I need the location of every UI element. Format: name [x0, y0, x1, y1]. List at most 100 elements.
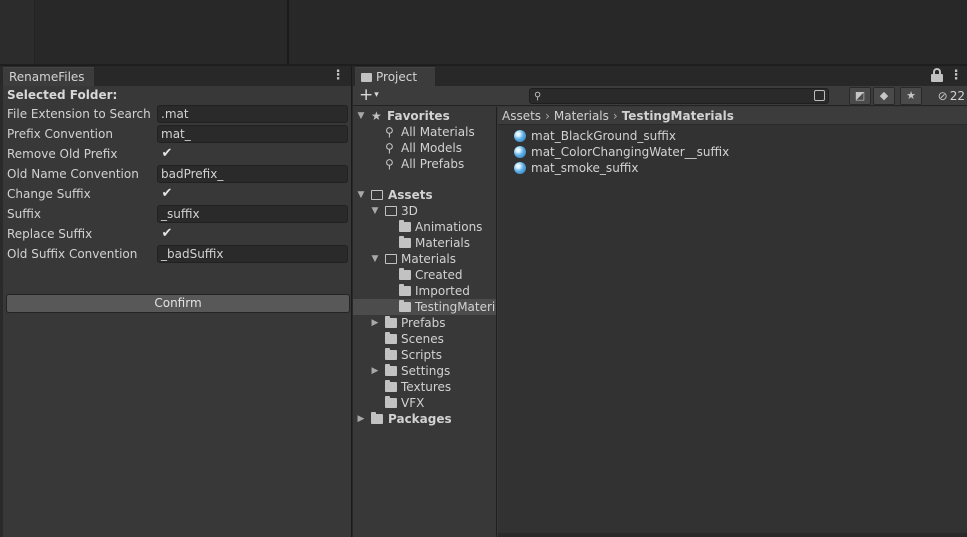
tree-item-prefabs[interactable]: ▶ Prefabs	[353, 315, 496, 331]
form-row-suffix: Suffix _suffix	[3, 204, 349, 224]
tree-item-label: 3D	[401, 204, 418, 218]
expand-arrow-icon[interactable]: ▶	[356, 411, 366, 427]
replace-suffix-label: Replace Suffix	[7, 227, 93, 241]
tree-item-scripts[interactable]: Scripts	[353, 347, 496, 363]
change-suffix-checkbox[interactable]: ✔	[160, 187, 174, 201]
star-icon: ★	[371, 109, 382, 123]
create-asset-button[interactable]: +▾	[359, 86, 387, 106]
tree-item-label: Settings	[401, 364, 451, 378]
tree-item-scenes[interactable]: Scenes	[353, 331, 496, 347]
tree-item-3d[interactable]: ▼ 3D	[353, 203, 496, 219]
tree-item-all-models[interactable]: ⚲ All Models	[353, 140, 496, 156]
form-row-file-extension: File Extension to Search .mat	[3, 104, 349, 124]
change-suffix-label: Change Suffix	[7, 187, 91, 201]
panel-divider[interactable]	[287, 0, 289, 66]
tree-item-testing-materials[interactable]: TestingMaterials	[353, 299, 496, 315]
tree-item-label: All Models	[401, 141, 462, 155]
tree-item-packages[interactable]: ▶ Packages	[353, 411, 496, 427]
tree-item-label: Prefabs	[401, 316, 446, 330]
tree-item-vfx[interactable]: VFX	[353, 395, 496, 411]
breadcrumb: Assets › Materials › TestingMaterials	[498, 107, 967, 125]
tree-item-label: All Materials	[401, 125, 475, 139]
form-row-old-suffix: Old Suffix Convention _badSuffix	[3, 244, 349, 264]
tree-item-all-materials[interactable]: ⚲ All Materials	[353, 124, 496, 140]
rename-form: Selected Folder: File Extension to Searc…	[3, 86, 350, 313]
tree-item-settings[interactable]: ▶ Settings	[353, 363, 496, 379]
expand-arrow-icon[interactable]: ▼	[356, 187, 366, 203]
expand-arrow-icon[interactable]: ▼	[370, 251, 380, 267]
file-extension-field[interactable]: .mat	[157, 105, 348, 123]
tree-item-label: Created	[415, 268, 463, 282]
filter-by-label-icon[interactable]: ◆	[873, 87, 895, 105]
breadcrumb-item-assets[interactable]: Assets	[502, 109, 541, 123]
tree-item-3d-materials[interactable]: Materials	[353, 235, 496, 251]
material-icon	[514, 162, 526, 174]
tree-item-all-prefabs[interactable]: ⚲ All Prefabs	[353, 156, 496, 172]
tree-item-imported[interactable]: Imported	[353, 283, 496, 299]
suffix-field[interactable]: _suffix	[157, 205, 348, 223]
folder-icon	[361, 72, 372, 82]
chevron-right-icon: ›	[612, 109, 618, 123]
expand-arrow-icon[interactable]: ▶	[370, 315, 380, 331]
tree-item-label: Animations	[415, 220, 483, 234]
lock-icon[interactable]	[931, 68, 943, 83]
tree-item-materials[interactable]: ▼ Materials	[353, 251, 496, 267]
panel-menu-icon[interactable]: ⋮	[331, 67, 345, 85]
rename-files-panel: RenameFiles ⋮ Selected Folder: File Exte…	[0, 66, 352, 537]
chevron-right-icon: ›	[545, 109, 550, 123]
tree-item-label: Packages	[388, 412, 452, 426]
folder-icon	[385, 316, 397, 328]
tab-project[interactable]: Project	[355, 67, 435, 86]
prefix-convention-label: Prefix Convention	[7, 127, 113, 141]
favorite-star-icon[interactable]: ★	[900, 87, 922, 105]
remove-old-prefix-checkbox[interactable]: ✔	[160, 147, 174, 161]
tree-item-label: All Prefabs	[401, 157, 465, 171]
status-bar	[498, 533, 967, 537]
old-suffix-convention-label: Old Suffix Convention	[7, 247, 138, 261]
folder-icon	[385, 332, 397, 344]
form-row-remove-prefix: Remove Old Prefix ✔	[3, 144, 349, 164]
replace-suffix-checkbox[interactable]: ✔	[160, 227, 174, 241]
folder-icon	[399, 268, 411, 280]
hidden-packages-toggle[interactable]: ⊘ 22	[938, 86, 965, 106]
form-row-prefix: Prefix Convention mat_	[3, 124, 349, 144]
prefix-convention-field[interactable]: mat_	[157, 125, 348, 143]
tree-item-textures[interactable]: Textures	[353, 379, 496, 395]
tree-item-label: Assets	[388, 188, 433, 202]
tree-item-label: Materials	[415, 236, 471, 250]
folder-icon	[385, 364, 397, 376]
breadcrumb-item-testing-materials[interactable]: TestingMaterials	[622, 109, 734, 123]
asset-item-label: mat_smoke_suffix	[531, 161, 639, 175]
selected-folder-label: Selected Folder:	[7, 88, 118, 102]
confirm-button[interactable]: Confirm	[6, 294, 350, 313]
old-suffix-convention-field[interactable]: _badSuffix	[157, 245, 348, 263]
expand-arrow-icon[interactable]: ▼	[356, 108, 366, 124]
folder-icon	[371, 412, 383, 424]
tab-rename-files[interactable]: RenameFiles	[3, 67, 94, 86]
tab-project-label: Project	[376, 70, 418, 84]
folder-open-icon	[371, 190, 383, 200]
asset-item-label: mat_BlackGround_suffix	[531, 129, 676, 143]
tree-item-label: Imported	[415, 284, 470, 298]
tree-item-assets[interactable]: ▼ Assets	[353, 187, 496, 203]
breadcrumb-item-materials[interactable]: Materials	[554, 109, 609, 123]
expand-arrow-icon[interactable]: ▶	[370, 363, 380, 379]
folder-icon	[399, 284, 411, 296]
search-input[interactable]: ⚲	[529, 88, 829, 104]
tree-item-label: Favorites	[387, 109, 450, 123]
search-by-type-icon[interactable]	[814, 90, 825, 101]
project-menu-icon[interactable]: ⋮	[949, 67, 963, 85]
remove-old-prefix-label: Remove Old Prefix	[7, 147, 118, 161]
tree-item-created[interactable]: Created	[353, 267, 496, 283]
tree-item-animations[interactable]: Animations	[353, 219, 496, 235]
form-row-replace-suffix: Replace Suffix ✔	[3, 224, 349, 244]
old-name-convention-label: Old Name Convention	[7, 167, 139, 181]
search-icon: ⚲	[385, 141, 394, 155]
folder-icon	[399, 220, 411, 232]
old-name-convention-field[interactable]: badPrefix_	[157, 165, 348, 183]
folder-icon	[399, 236, 411, 248]
tree-item-favorites[interactable]: ▼ ★ Favorites	[353, 108, 496, 124]
filter-by-type-icon[interactable]: ◩	[849, 87, 871, 105]
suffix-label: Suffix	[7, 207, 41, 221]
expand-arrow-icon[interactable]: ▼	[370, 203, 380, 219]
